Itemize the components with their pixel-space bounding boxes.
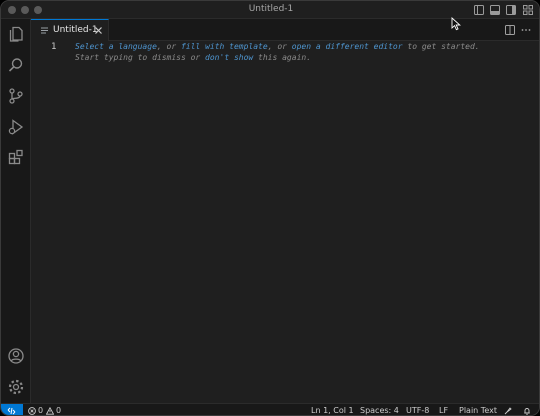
select-language-link[interactable]: Select a language [75, 42, 157, 51]
more-actions-icon[interactable] [521, 25, 531, 35]
warning-icon[interactable] [46, 407, 54, 415]
open-different-editor-link[interactable]: open a different editor [292, 42, 403, 51]
editor-area[interactable]: 1 Select a language, or fill with templa… [31, 41, 539, 403]
language-mode[interactable]: Plain Text [459, 406, 497, 415]
remote-indicator-button[interactable] [1, 404, 23, 415]
error-icon[interactable] [28, 407, 36, 415]
source-control-icon[interactable] [7, 87, 25, 105]
plain-text-file-icon [41, 27, 48, 34]
status-bar: 0 0 Ln 1, Col 1 Spaces: 4 UTF-8 LF Plain… [1, 403, 539, 415]
activity-bar [1, 19, 31, 403]
toggle-panel-icon[interactable] [490, 5, 500, 15]
empty-editor-hint-line-2: Start typing to dismiss or don't show th… [75, 53, 312, 62]
close-tab-icon[interactable] [94, 26, 103, 35]
remote-icon [7, 407, 16, 415]
warning-count[interactable]: 0 [56, 406, 61, 415]
cursor-position[interactable]: Ln 1, Col 1 [311, 406, 354, 415]
run-debug-icon[interactable] [7, 118, 25, 136]
account-icon[interactable] [7, 347, 25, 365]
search-icon[interactable] [7, 56, 25, 74]
indentation[interactable]: Spaces: 4 [360, 406, 399, 415]
vscode-window: Untitled-1 Untitled-1 1 Select a languag… [0, 0, 540, 416]
editor-tab-bar: Untitled-1 [31, 19, 539, 41]
encoding[interactable]: UTF-8 [406, 406, 429, 415]
toggle-primary-sidebar-icon[interactable] [474, 5, 484, 15]
error-count[interactable]: 0 [38, 406, 43, 415]
tab-label: Untitled-1 [53, 25, 98, 35]
dont-show-link[interactable]: don't show [205, 53, 253, 62]
line-number: 1 [51, 42, 57, 52]
toggle-secondary-sidebar-icon[interactable] [506, 5, 516, 15]
tab-untitled-1[interactable]: Untitled-1 [31, 19, 109, 41]
settings-gear-icon[interactable] [7, 378, 25, 396]
extensions-icon[interactable] [7, 148, 25, 166]
mouse-pointer-icon [451, 17, 461, 31]
feedback-icon[interactable] [504, 407, 512, 415]
customize-layout-icon[interactable] [523, 5, 533, 15]
end-of-line[interactable]: LF [439, 406, 448, 415]
notifications-bell-icon[interactable] [523, 407, 531, 415]
empty-editor-hint-line-1: Select a language, or fill with template… [75, 42, 480, 51]
explorer-icon[interactable] [7, 25, 25, 43]
window-title: Untitled-1 [248, 4, 294, 14]
split-editor-icon[interactable] [505, 25, 515, 35]
fill-template-link[interactable]: fill with template [181, 42, 268, 51]
